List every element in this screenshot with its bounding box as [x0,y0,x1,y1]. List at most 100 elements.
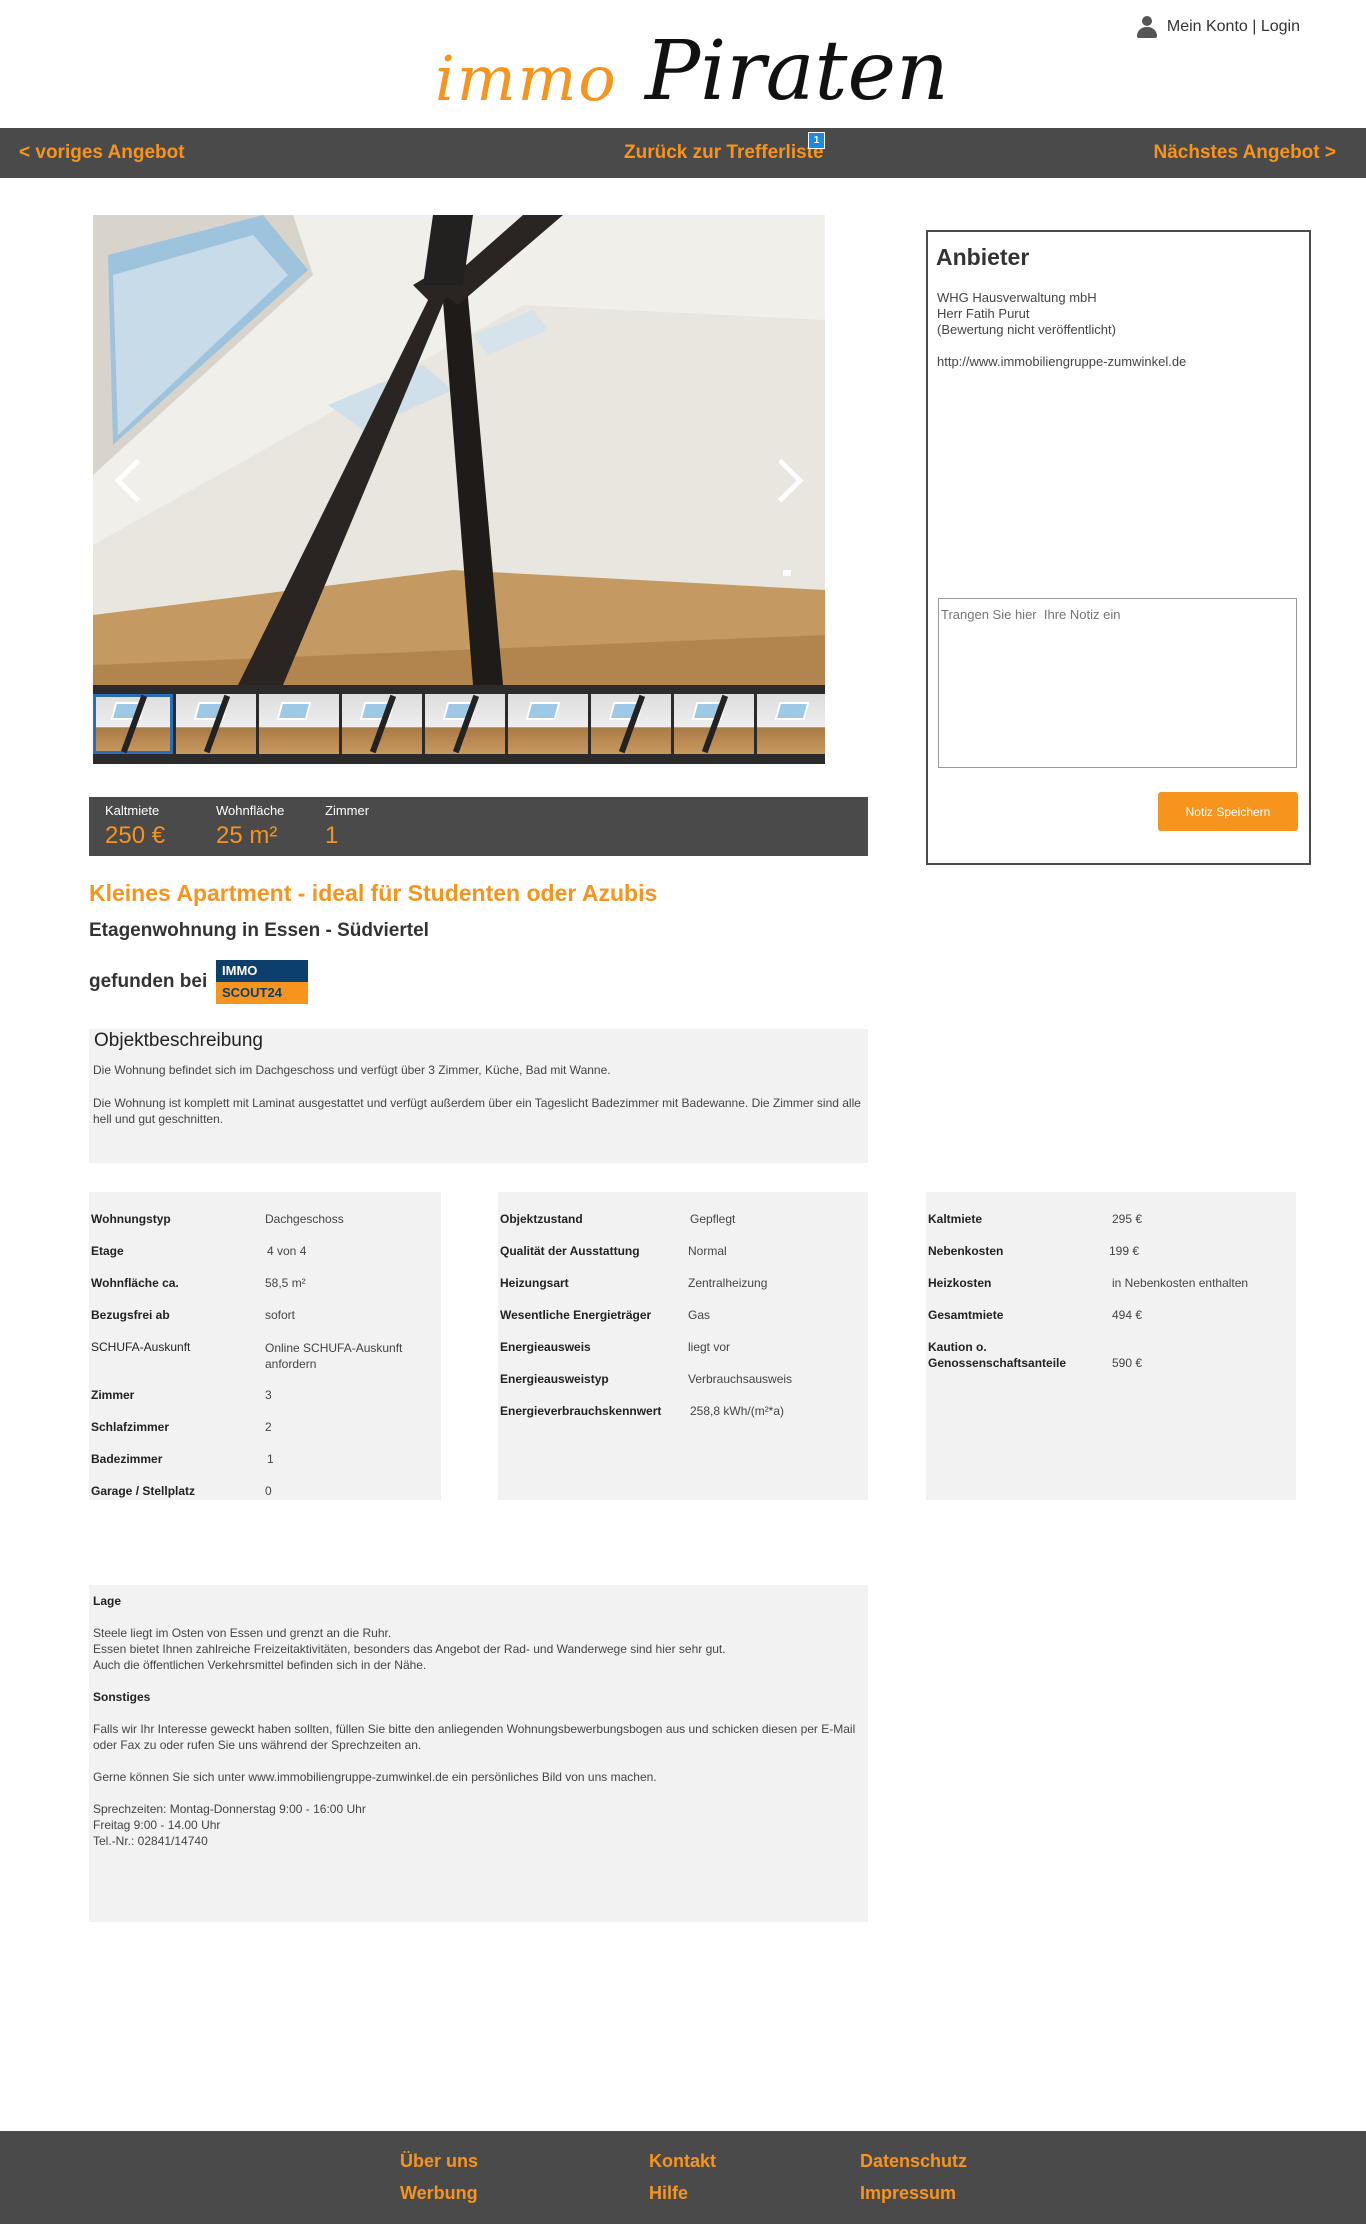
fact-zimmer: Zimmer 1 [325,803,369,850]
detail-key: Heizungsart [500,1276,569,1290]
fact-value: 1 [325,822,339,849]
account-label: Mein Konto | Login [1166,18,1300,35]
detail-value: Gepflegt [690,1212,736,1226]
gallery-thumbnail[interactable] [176,694,256,754]
detail-value: Normal [688,1244,727,1258]
misc-paragraph: Falls wir Ihr Interesse geweckt haben so… [93,1722,856,1752]
site-logo[interactable]: immo Piraten [435,22,949,119]
detail-key: Energieausweistyp [500,1372,609,1386]
logo-piraten: Piraten [645,24,949,119]
detail-key: Gesamtmiete [928,1308,1004,1322]
photo-gallery [93,215,825,764]
detail-key: Energieausweis [500,1340,591,1354]
next-offer-link[interactable]: Nächstes Angebot > [1154,142,1336,164]
footer-link-privacy[interactable]: Datenschutz [860,2151,967,2172]
detail-key: Nebenkosten [928,1244,1004,1258]
detail-value: 3 [265,1388,272,1402]
immoscout24-logo[interactable]: IMMO SCOUT24 [216,960,308,1004]
detail-value: 258,8 kWh/(m²*a) [690,1404,785,1418]
detail-value: 199 € [1109,1244,1140,1258]
gallery-thumbnail[interactable] [757,694,825,754]
footer-link-imprint[interactable]: Impressum [860,2183,956,2204]
provider-heading: Anbieter [936,244,1030,270]
location-line: Steele liegt im Osten von Essen und gren… [93,1626,392,1640]
detail-key: Zimmer [91,1388,135,1402]
gallery-thumbnail[interactable] [591,694,671,754]
detail-value: 0 [265,1484,272,1498]
provider-person: Herr Fatih Purut [937,306,1030,321]
office-hours: Freitag 9:00 - 14.00 Uhr [93,1818,221,1832]
detail-key: Garage / Stellplatz [91,1484,196,1498]
detail-value: Dachgeschoss [265,1212,344,1226]
schufa-link[interactable]: Online SCHUFA-Auskunft anfordern [265,1340,425,1372]
provider-company: WHG Hausverwaltung mbH [937,290,1097,305]
detail-value: sofort [265,1308,296,1322]
listing-subtitle: Etagenwohnung in Essen - Südviertel [89,920,429,941]
thumbnail-strip [93,685,825,764]
gallery-thumbnail[interactable] [425,694,505,754]
location-line: Essen bietet Ihnen zahlreiche Freizeitak… [93,1642,726,1656]
location-heading: Lage [93,1594,122,1608]
back-to-results-link[interactable]: Zurück zur Trefferliste [624,142,824,164]
detail-value: Verbrauchsausweis [688,1372,793,1386]
misc-heading: Sonstiges [93,1690,151,1704]
provider-box: Anbieter WHG Hausverwaltung mbH Herr Fat… [926,230,1311,865]
details-table-costs: Kaltmiete 295 € Nebenkosten 199 € Heizkost… [926,1192,1296,1500]
gallery-thumbnail[interactable] [342,694,422,754]
detail-key: SCHUFA-Auskunft [91,1340,191,1354]
fact-kaltmiete: Kaltmiete 250 € [105,803,165,850]
detail-value: liegt vor [688,1340,731,1354]
detail-key: Kaltmiete [928,1212,983,1226]
detail-key: Wohnungstyp [91,1212,171,1226]
detail-value: 2 [265,1420,272,1434]
description-heading: Objektbeschreibung [94,1030,263,1051]
detail-key: Qualität der Ausstattung [500,1244,640,1258]
detail-value: Zentralheizung [688,1276,768,1290]
account-link[interactable]: Mein Konto | Login [1136,16,1300,38]
note-textarea[interactable] [938,598,1297,768]
detail-key: Kaution o. [928,1340,987,1354]
provider-rating: (Bewertung nicht veröffentlicht) [937,322,1116,337]
fact-value: 25 m² [216,822,278,849]
previous-offer-link[interactable]: < voriges Angebot [19,142,185,164]
detail-key: Badezimmer [91,1452,163,1466]
main-photo[interactable] [93,215,825,685]
footer-link-advertising[interactable]: Werbung [400,2183,478,2204]
details-table-condition: Objektzustand Gepflegt Qualität der Ausst… [498,1192,868,1500]
logo-top-text: IMMO [216,960,308,982]
detail-key: Bezugsfrei ab [91,1308,170,1322]
results-count-badge: 1 [808,132,825,149]
gallery-thumbnail[interactable] [508,694,588,754]
fact-label: Zimmer [325,803,370,818]
detail-key: Objektzustand [500,1212,583,1226]
details-table-general: Wohnungstyp Dachgeschoss Etage 4 von 4 Woh… [89,1192,441,1500]
gallery-thumbnail[interactable] [674,694,754,754]
gallery-thumbnail[interactable] [93,694,173,754]
key-facts-bar: Kaltmiete 250 € Wohnfläche 25 m² Zimmer … [89,797,868,856]
listing-navbar: < voriges Angebot Zurück zur Trefferlist… [0,128,1366,178]
detail-value: 58,5 m² [265,1276,306,1290]
detail-value: Gas [688,1308,711,1322]
misc-paragraph: Gerne können Sie sich unter www.immobili… [93,1770,657,1784]
detail-value: in Nebenkosten enthalten [1112,1276,1249,1290]
detail-value: 1 [267,1452,274,1466]
detail-key-line2: Genossenschaftsanteile [928,1356,1067,1370]
footer-link-about[interactable]: Über uns [400,2151,478,2172]
provider-website-link[interactable]: http://www.immobiliengruppe-zumwinkel.de [937,354,1186,370]
detail-key: Energieverbrauchskennwert [500,1404,662,1418]
fact-value: 250 € [105,822,166,849]
detail-key: Etage [91,1244,124,1258]
footer-link-help[interactable]: Hilfe [649,2183,688,2204]
gallery-thumbnail[interactable] [259,694,339,754]
detail-key: Wesentliche Energieträger [500,1308,652,1322]
save-note-button[interactable]: Notiz Speichern [1158,792,1298,831]
office-hours: Sprechzeiten: Montag-Donnerstag 9:00 - 1… [93,1802,366,1816]
description-paragraph: Die Wohnung ist komplett mit Laminat aus… [93,1096,861,1126]
found-at-label: gefunden bei [89,971,208,992]
detail-key: Wohnfläche ca. [91,1276,179,1290]
detail-value: 4 von 4 [267,1244,307,1258]
footer-link-contact[interactable]: Kontakt [649,2151,716,2172]
location-section: Lage Steele liegt im Osten von Essen und… [89,1585,868,1922]
detail-key: Heizkosten [928,1276,992,1290]
location-line: Auch die öffentlichen Verkehrsmittel bef… [93,1658,427,1672]
